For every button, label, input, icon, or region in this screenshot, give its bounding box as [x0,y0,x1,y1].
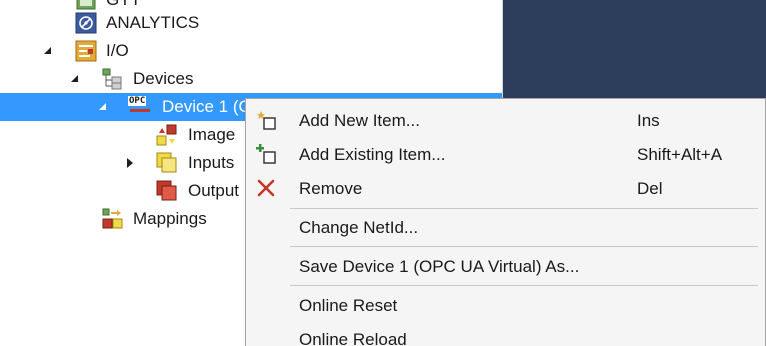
menu-item-shortcut: Ins [637,111,660,130]
analytics-icon [75,12,97,34]
menu-item-add-existing-item[interactable]: Add Existing Item... Shift+Alt+A [246,138,765,170]
add-existing-item-icon [256,144,276,164]
chevron-expanded-icon [99,103,106,110]
outputs-icon [156,180,177,201]
tree-item-label: I/O [106,41,129,60]
io-icon [75,40,97,62]
menu-item-label: Change NetId... [299,218,419,237]
devices-icon [102,68,122,90]
menu-item-label: Online Reload [299,330,407,346]
tree-item-devices[interactable]: Devices [0,65,502,93]
menu-item-shortcut: Shift+Alt+A [637,145,723,164]
chevron-right-icon [127,158,133,168]
remove-icon [257,179,275,197]
menu-item-shortcut: Del [637,179,663,198]
chevron-expanded-icon [44,47,51,54]
tree-item-label: Devices [133,69,194,88]
chevron-expanded-icon [71,75,78,82]
tree-item-label: Inputs [188,153,235,172]
menu-item-label: Save Device 1 (OPC UA Virtual) As... [299,257,580,276]
expand-toggle[interactable] [99,103,109,113]
menu-separator [290,246,758,247]
menu-item-label: Remove [299,179,363,198]
context-menu[interactable]: Add New Item... Ins Add Existing Item...… [245,98,766,346]
image-icon [156,124,177,146]
menu-item-save-device-as[interactable]: Save Device 1 (OPC UA Virtual) As... [246,250,765,282]
inputs-icon [156,152,177,173]
menu-separator [290,208,758,209]
add-new-item-icon [257,111,276,130]
menu-separator [290,285,758,286]
expand-toggle[interactable] [127,158,137,168]
menu-item-label: Add Existing Item... [299,145,446,164]
menu-item-label: Add New Item... [299,111,420,130]
tree-item-io[interactable]: I/O [0,37,502,65]
tree-item-label: Mappings [133,209,207,228]
menu-item-label: Online Reset [299,296,398,315]
menu-item-add-new-item[interactable]: Add New Item... Ins [246,104,765,136]
tree-item-label: Image [188,125,236,144]
tree-item-label: ANALYTICS [106,13,200,32]
menu-item-online-reset[interactable]: Online Reset [246,289,765,321]
tree-item-label: Output [188,181,240,200]
mappings-icon [102,208,123,229]
menu-item-remove[interactable]: Remove Del [246,172,765,204]
menu-item-change-netid[interactable]: Change NetId... [246,211,765,243]
menu-item-online-reload[interactable]: Online Reload [246,323,765,346]
expand-toggle[interactable] [44,47,54,57]
tree-item-analytics[interactable]: ANALYTICS [0,9,502,37]
tree-item-label: Device 1 (O [162,97,252,116]
opc-device-icon: OPC [128,95,154,117]
expand-toggle[interactable] [71,75,81,85]
